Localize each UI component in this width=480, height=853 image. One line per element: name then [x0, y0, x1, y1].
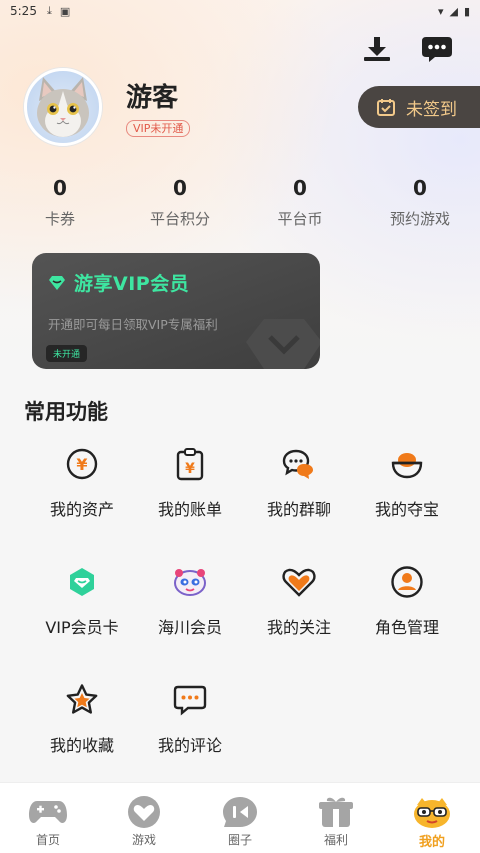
stat-coupons[interactable]: 0 卡券: [0, 176, 120, 229]
calendar-check-icon: [377, 99, 395, 116]
stat-label: 卡券: [44, 210, 75, 228]
stat-value: 0: [293, 176, 307, 200]
username: 游客: [126, 83, 179, 113]
vip-card-icon: [70, 568, 94, 596]
avatar[interactable]: [24, 68, 102, 146]
feature-label: 我的关注: [266, 618, 331, 637]
feature-my-assets[interactable]: ¥ 我的资产: [27, 446, 137, 536]
treasure-icon: [391, 453, 423, 479]
stat-label: 平台币: [277, 210, 323, 228]
gamepad-icon: [29, 801, 67, 823]
bottom-tab-bar: 首页 游戏 圈子 福利 我的: [0, 782, 480, 853]
mascot-icon: [414, 798, 450, 828]
vip-card-desc: 开通即可每日领取VIP专属福利: [48, 317, 218, 332]
battery-icon: ▮: [463, 4, 470, 18]
message-icon: [422, 37, 452, 62]
tab-label: 游戏: [131, 833, 156, 847]
download-icon: [364, 37, 390, 61]
stat-label: 平台积分: [149, 210, 210, 228]
checkin-label: 未签到: [406, 99, 457, 120]
gift-icon: [319, 797, 353, 827]
feature-group-chat[interactable]: 我的群聊: [244, 446, 354, 536]
signal-icon: ◢: [449, 4, 458, 18]
feature-label: VIP会员卡: [45, 618, 119, 637]
feature-label: 我的收藏: [49, 736, 114, 755]
feature-my-comments[interactable]: 我的评论: [135, 682, 245, 772]
heart-icon: [282, 568, 316, 597]
stat-value: 0: [173, 176, 187, 200]
checkin-button[interactable]: 未签到: [358, 86, 480, 128]
wifi-icon: ▾: [437, 4, 444, 18]
tab-label: 我的: [418, 835, 445, 850]
stat-points[interactable]: 0 平台积分: [120, 176, 240, 229]
profile-block[interactable]: 游客 VIP未开通: [24, 68, 191, 146]
feature-label: 我的群聊: [266, 500, 331, 519]
star-icon: [66, 684, 98, 714]
section-title: 常用功能: [24, 400, 108, 424]
bill-icon: ¥: [176, 448, 204, 481]
vip-card-title: 游享VIP会员: [74, 273, 190, 295]
tab-games[interactable]: 游戏: [96, 783, 192, 853]
svg-text:¥: ¥: [185, 461, 195, 477]
user-icon: [391, 566, 423, 598]
status-time: 5:25: [10, 4, 37, 18]
tab-label: 福利: [323, 833, 348, 847]
tab-label: 圈子: [227, 833, 252, 847]
vip-decoration-icon: [246, 319, 320, 369]
tab-label: 首页: [35, 833, 60, 847]
feature-haichuan-member[interactable]: 海川会员: [135, 564, 245, 654]
circle-icon: [223, 797, 257, 827]
tab-home[interactable]: 首页: [0, 783, 96, 853]
notification-status-icon: ▣: [59, 4, 71, 18]
feature-label: 角色管理: [374, 618, 439, 637]
cat-avatar-icon: [37, 77, 89, 137]
feature-my-favorites[interactable]: 我的收藏: [27, 682, 137, 772]
tab-mine[interactable]: 我的: [384, 783, 480, 853]
stat-reserved-games[interactable]: 0 预约游戏: [360, 176, 480, 229]
status-bar: 5:25 ⤓ ▣ ▾ ◢ ▮: [0, 0, 480, 22]
feature-my-follows[interactable]: 我的关注: [244, 564, 354, 654]
feature-label: 我的评论: [157, 736, 222, 755]
feature-label: 海川会员: [157, 618, 222, 637]
stat-value: 0: [413, 176, 427, 200]
comment-icon: [173, 685, 207, 716]
feature-label: 我的夺宝: [374, 500, 439, 519]
vip-diamond-icon: [49, 275, 65, 290]
svg-text:¥: ¥: [76, 455, 87, 474]
feature-label: 我的资产: [49, 500, 114, 519]
tab-circle[interactable]: 圈子: [192, 783, 288, 853]
feature-role-management[interactable]: 角色管理: [352, 564, 462, 654]
stat-coins[interactable]: 0 平台币: [240, 176, 360, 229]
vip-card-state: 未开通: [46, 345, 88, 362]
vip-card[interactable]: 游享VIP会员 开通即可每日领取VIP专属福利 未开通: [32, 253, 320, 369]
vip-status-tag: VIP未开通: [126, 120, 191, 137]
stat-label: 预约游戏: [389, 210, 450, 228]
stats-row: 0 卡券 0 平台积分 0 平台币 0 预约游戏: [0, 176, 480, 229]
game-heart-icon: [128, 796, 160, 828]
download-status-icon: ⤓: [46, 4, 52, 17]
message-button[interactable]: [420, 32, 454, 66]
tab-welfare[interactable]: 福利: [288, 783, 384, 853]
group-chat-icon: [282, 449, 313, 479]
stat-value: 0: [53, 176, 67, 200]
feature-vip-card[interactable]: VIP会员卡: [27, 564, 137, 654]
yuan-coin-icon: ¥: [66, 448, 98, 480]
feature-treasure[interactable]: 我的夺宝: [352, 446, 462, 536]
feature-my-bill[interactable]: ¥ 我的账单: [135, 446, 245, 536]
haichuan-member-icon: [174, 569, 206, 596]
feature-label: 我的账单: [157, 500, 222, 519]
download-button[interactable]: [360, 32, 394, 66]
